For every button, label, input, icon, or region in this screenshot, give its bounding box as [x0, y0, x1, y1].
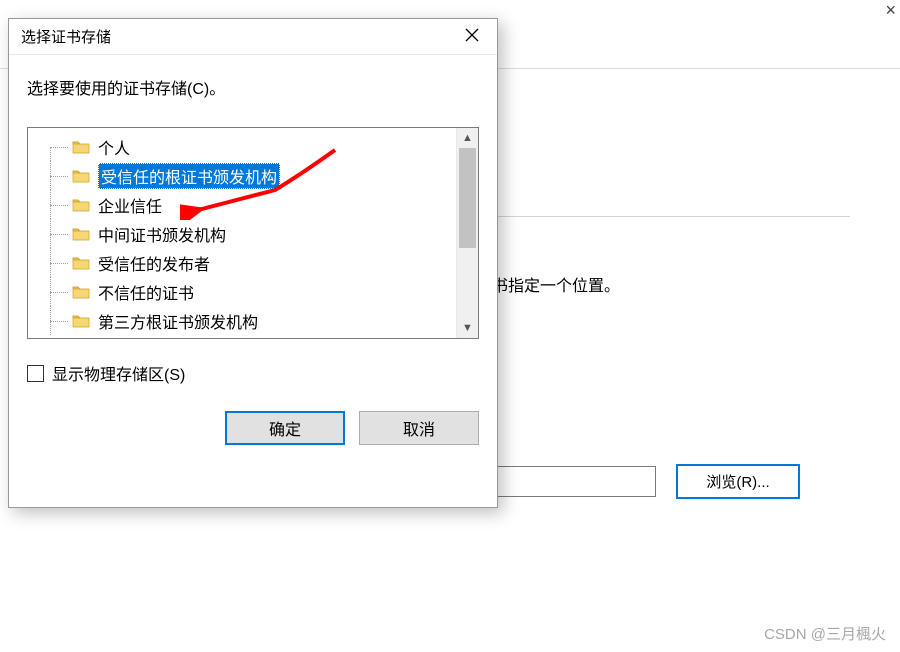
folder-icon: [72, 197, 90, 212]
tree-item[interactable]: 第三方根证书颁发机构: [36, 306, 456, 335]
tree-item[interactable]: 企业信任: [36, 190, 456, 219]
show-physical-stores-checkbox[interactable]: [27, 365, 44, 382]
browse-button[interactable]: 浏览(R)...: [676, 464, 800, 499]
tree-item-label: 不信任的证书: [98, 280, 194, 304]
folder-icon: [72, 255, 90, 270]
scroll-down-icon[interactable]: ▼: [457, 318, 478, 338]
tree-item[interactable]: 不信任的证书: [36, 277, 456, 306]
cert-store-tree[interactable]: 个人受信任的根证书颁发机构企业信任中间证书颁发机构受信任的发布者不信任的证书第三…: [27, 127, 479, 339]
scroll-thumb[interactable]: [459, 148, 476, 248]
dialog-button-row: 确定 取消: [27, 411, 479, 445]
tree-item-label: 受信任的根证书颁发机构: [98, 163, 280, 189]
tree-item-label: 第三方根证书颁发机构: [98, 309, 258, 333]
wizard-hint-text: 书指定一个位置。: [492, 272, 620, 296]
folder-icon: [72, 313, 90, 328]
folder-icon: [72, 168, 90, 183]
dialog-titlebar: 选择证书存储: [9, 19, 497, 55]
show-physical-stores-label: 显示物理存储区(S): [52, 361, 185, 385]
close-icon: [465, 28, 479, 46]
folder-icon: [72, 284, 90, 299]
watermark: CSDN @三月楓火: [764, 623, 886, 644]
folder-icon: [72, 139, 90, 154]
tree-item-label: 受信任的发布者: [98, 251, 210, 275]
ok-button[interactable]: 确定: [225, 411, 345, 445]
tree-item-label: 中间证书颁发机构: [98, 222, 226, 246]
show-physical-stores-row: 显示物理存储区(S): [27, 361, 479, 385]
folder-icon: [72, 226, 90, 241]
close-button[interactable]: [447, 19, 497, 55]
tree-item[interactable]: 中间证书颁发机构: [36, 219, 456, 248]
tree-item[interactable]: 受信任的根证书颁发机构: [36, 161, 456, 190]
tree-item[interactable]: 受信任的发布者: [36, 248, 456, 277]
tree-item-label: 企业信任: [98, 193, 162, 217]
select-cert-store-dialog: 选择证书存储 选择要使用的证书存储(C)。 个人受信任的根证书颁发机构企业信任中…: [8, 18, 498, 508]
scrollbar[interactable]: ▲ ▼: [456, 128, 478, 338]
dialog-prompt: 选择要使用的证书存储(C)。: [27, 75, 479, 99]
tree-item[interactable]: 个人: [36, 132, 456, 161]
tree-item-label: 个人: [98, 135, 130, 159]
window-close-x: ×: [885, 0, 896, 21]
scroll-up-icon[interactable]: ▲: [457, 128, 478, 148]
dialog-title: 选择证书存储: [21, 26, 447, 47]
cancel-button[interactable]: 取消: [359, 411, 479, 445]
